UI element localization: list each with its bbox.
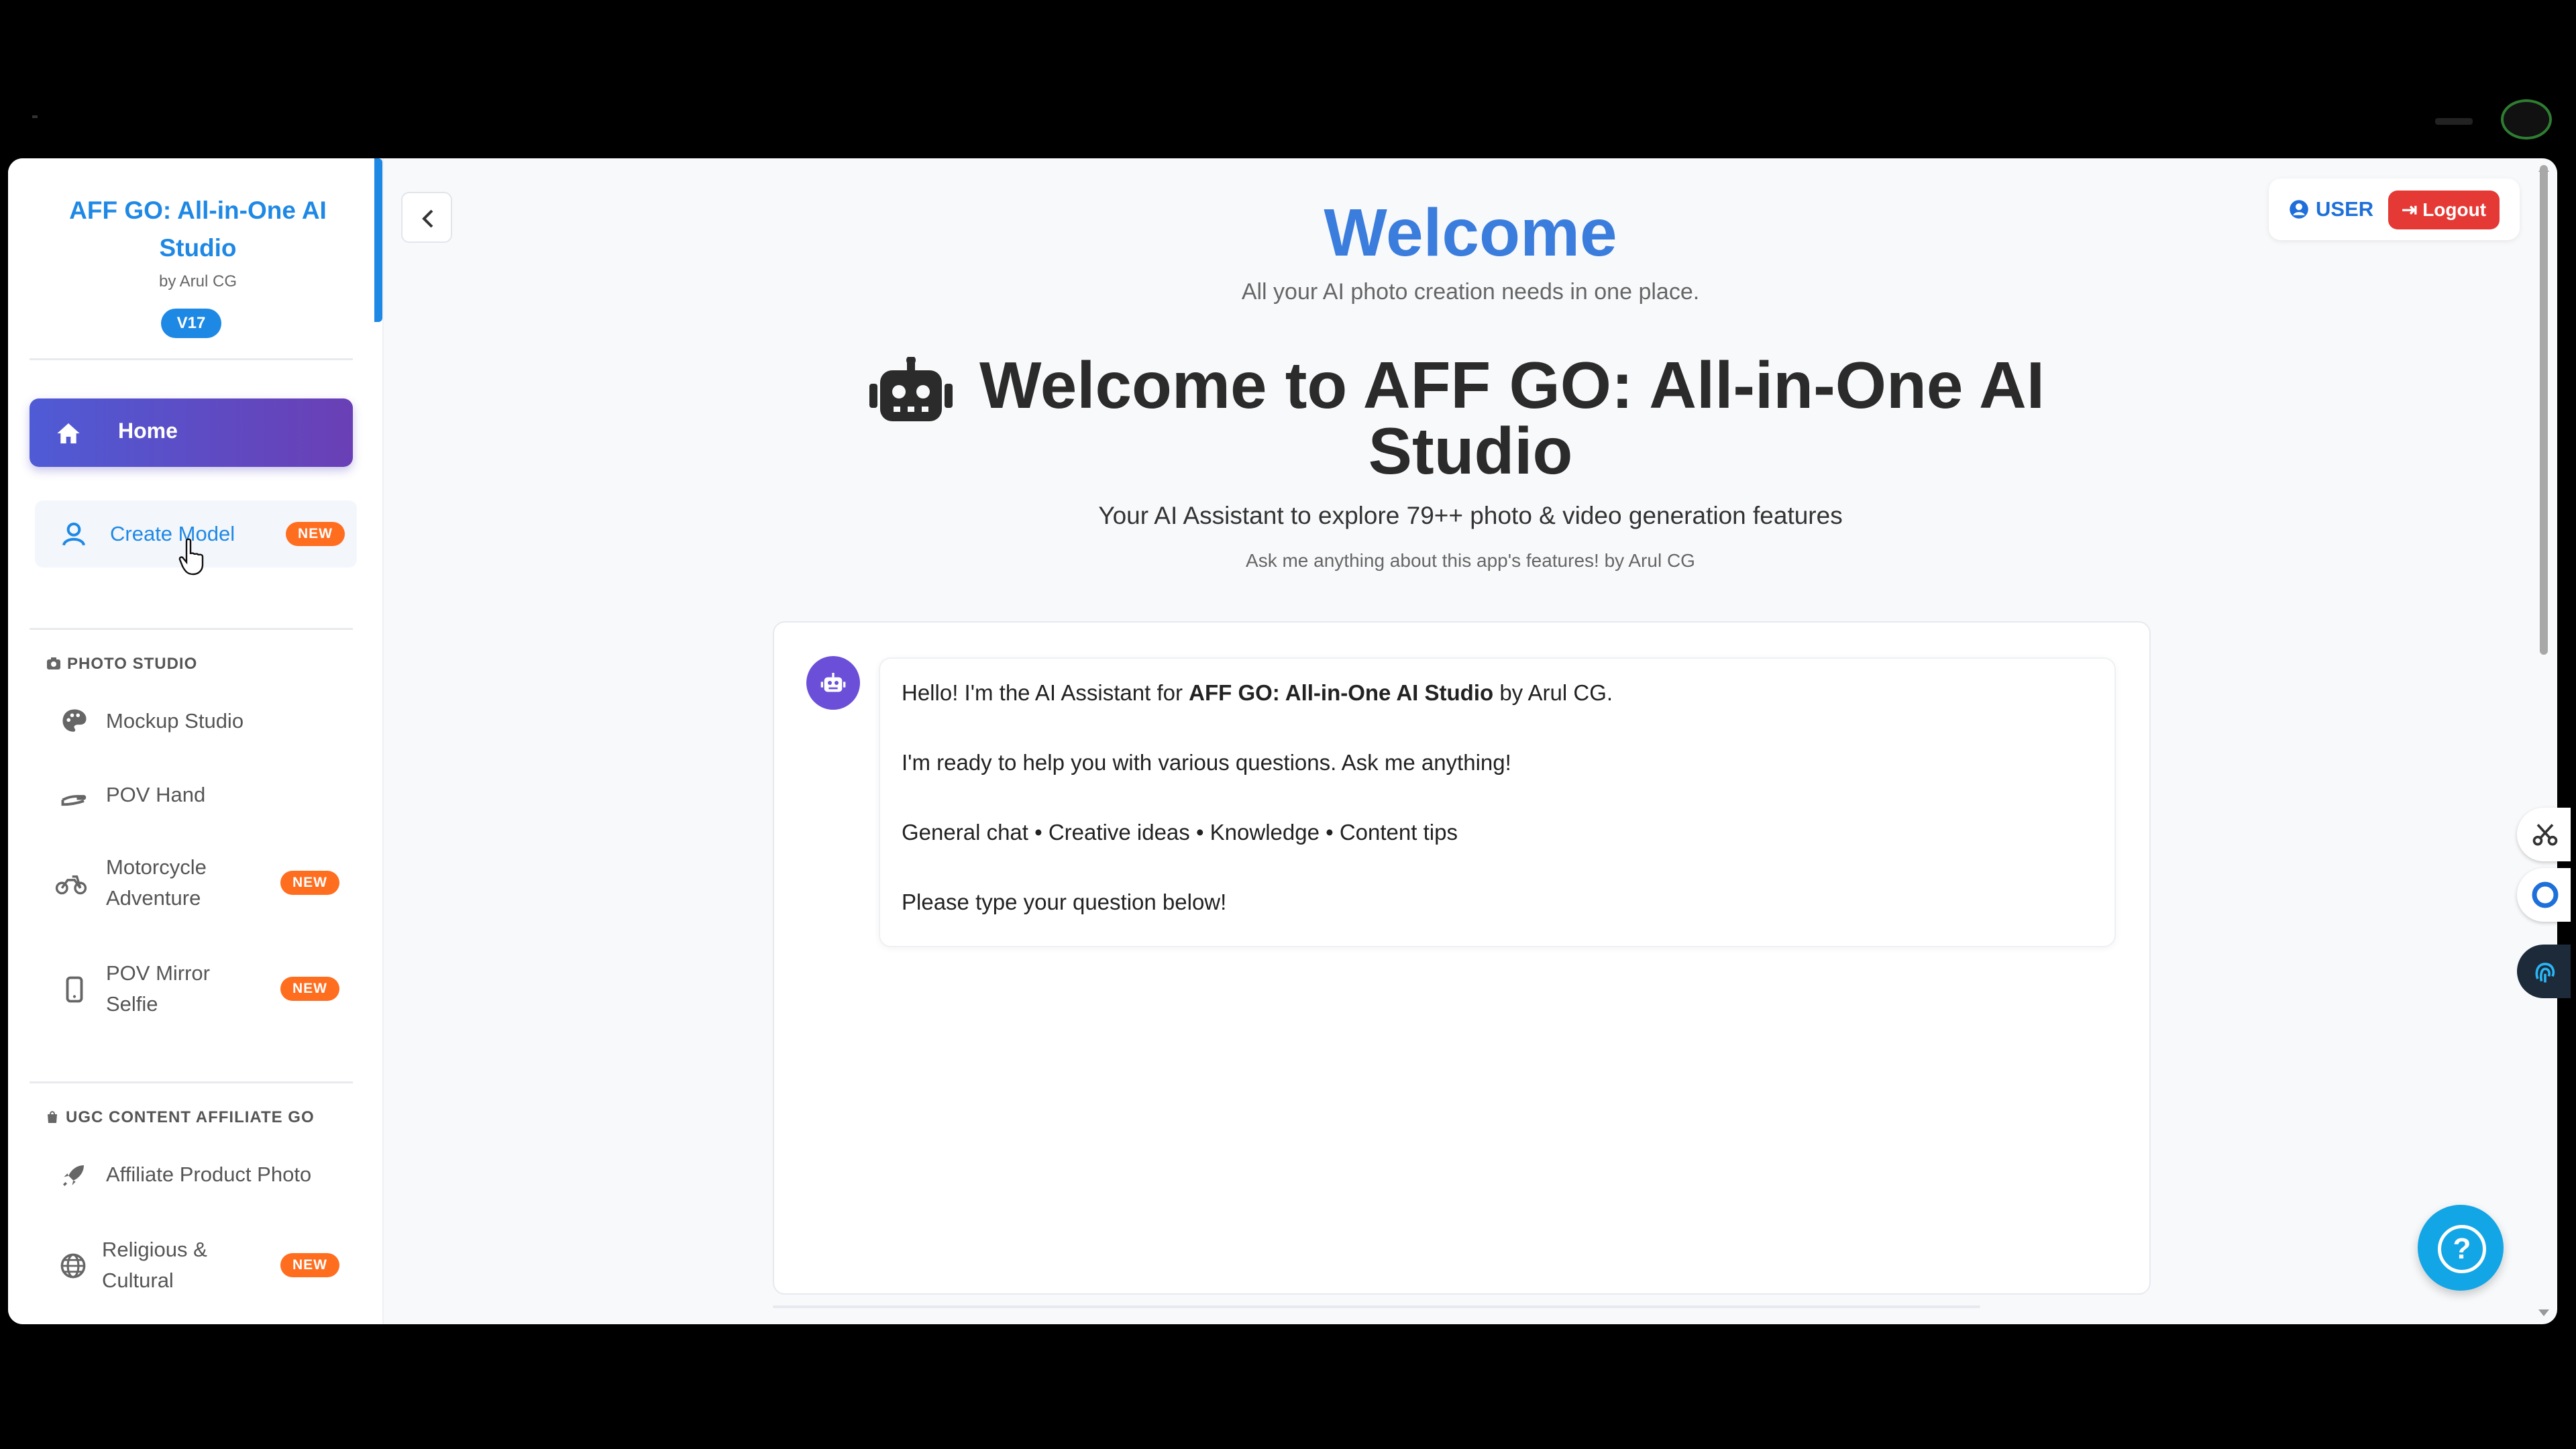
globe-icon[interactable] bbox=[2501, 99, 2552, 140]
section-title-ugc-content: UGC CONTENT AFFILIATE GO bbox=[44, 1108, 315, 1127]
sidebar-item-mockup-studio[interactable]: Mockup Studio bbox=[35, 695, 357, 749]
section-title-label: PHOTO STUDIO bbox=[67, 655, 198, 673]
chat-panel: Hello! I'm the AI Assistant for AFF GO: … bbox=[773, 621, 2151, 1295]
top-left-marker bbox=[32, 115, 38, 118]
assistant-avatar bbox=[806, 656, 860, 710]
scissors-tool-button[interactable] bbox=[2517, 808, 2571, 861]
greeting-app-name: AFF GO: All-in-One AI Studio bbox=[1189, 680, 1494, 705]
message-greeting: Hello! I'm the AI Assistant for AFF GO: … bbox=[902, 680, 1613, 706]
new-badge: NEW bbox=[280, 977, 339, 1001]
phone-icon bbox=[66, 976, 83, 1003]
top-bar-button[interactable] bbox=[2435, 118, 2473, 125]
sidebar-divider bbox=[30, 1081, 353, 1083]
sidebar-item-label: Create Model bbox=[110, 522, 235, 545]
sidebar-item-pov-hand[interactable]: POV Hand bbox=[35, 769, 357, 822]
palette-icon bbox=[62, 709, 87, 732]
home-icon bbox=[57, 423, 80, 443]
sidebar-item-label: Mockup Studio bbox=[106, 709, 244, 733]
sidebar-item-affiliate-product-photo[interactable]: Affiliate Product Photo bbox=[35, 1148, 357, 1202]
scrollbar-thumb[interactable] bbox=[2540, 165, 2548, 655]
greeting-suffix: by Arul CG. bbox=[1493, 680, 1613, 705]
mouse-cursor-icon bbox=[178, 538, 204, 576]
hero-heading: Welcome to AFF GO: All-in-One AI bbox=[979, 348, 2045, 422]
robot-icon bbox=[820, 673, 846, 692]
hand-icon bbox=[61, 795, 87, 806]
hero-heading-line-2: Studio bbox=[1368, 414, 1573, 488]
sidebar-item-label: Home bbox=[118, 419, 178, 443]
page-scrollbar[interactable] bbox=[2537, 165, 2551, 1318]
user-model-icon bbox=[62, 523, 85, 546]
screen-top-bar bbox=[0, 0, 2576, 122]
camera-icon bbox=[47, 657, 60, 669]
bag-icon bbox=[48, 1111, 57, 1123]
new-badge: NEW bbox=[286, 522, 345, 546]
brand-title: AFF GO: All-in-One AI Studio bbox=[69, 197, 327, 262]
new-badge: NEW bbox=[280, 1253, 339, 1277]
sidebar-item-label: POV Hand bbox=[106, 783, 206, 806]
version-badge: V17 bbox=[161, 309, 221, 338]
globe-icon bbox=[60, 1253, 86, 1279]
main-content: USER ⇥ Logout Welcome All your AI photo … bbox=[384, 158, 2557, 1324]
sidebar-accent-bar bbox=[374, 158, 382, 322]
sidebar-item-religious-cultural[interactable]: Religious & Cultural NEW bbox=[35, 1225, 357, 1305]
help-button[interactable]: ? bbox=[2418, 1205, 2504, 1291]
scissors-icon bbox=[2532, 824, 2558, 846]
sidebar-item-home[interactable]: Home bbox=[30, 398, 353, 467]
new-badge: NEW bbox=[280, 871, 339, 895]
chat-input-field[interactable] bbox=[773, 1305, 1980, 1308]
sidebar-item-label: POV Mirror Selfie bbox=[106, 961, 210, 1016]
greeting-prefix: Hello! I'm the AI Assistant for bbox=[902, 680, 1189, 705]
sidebar-item-label: Motorcycle Adventure bbox=[106, 855, 207, 910]
fingerprint-tool-button[interactable] bbox=[2517, 945, 2571, 998]
brand-author: by Arul CG bbox=[158, 272, 237, 290]
question-icon: ? bbox=[2438, 1225, 2486, 1273]
app-window: AFF GO: All-in-One AI Studio by Arul CG … bbox=[8, 158, 2557, 1324]
sidebar-divider bbox=[30, 628, 353, 630]
page-subtitle: All your AI photo creation needs in one … bbox=[1241, 279, 1700, 305]
section-title-photo-studio: PHOTO STUDIO bbox=[46, 655, 197, 674]
message-line: I'm ready to help you with various quest… bbox=[902, 750, 1511, 775]
rocket-icon bbox=[63, 1165, 84, 1186]
assistant-message: Hello! I'm the AI Assistant for AFF GO: … bbox=[879, 657, 2116, 947]
hero-description: Your AI Assistant to explore 79++ photo … bbox=[1098, 502, 1843, 529]
motorcycle-icon bbox=[55, 875, 87, 895]
hero-note: Ask me anything about this app's feature… bbox=[1246, 550, 1695, 571]
sidebar-item-pov-mirror-selfie[interactable]: POV Mirror Selfie NEW bbox=[35, 949, 357, 1029]
search-icon bbox=[2532, 881, 2559, 908]
message-line: Please type your question below! bbox=[902, 890, 1227, 914]
sidebar-item-label: Affiliate Product Photo bbox=[106, 1163, 312, 1186]
message-topics: General chat • Creative ideas • Knowledg… bbox=[902, 820, 1458, 845]
sidebar-item-label: Religious & Cultural bbox=[102, 1238, 207, 1292]
fingerprint-icon bbox=[2535, 963, 2555, 983]
sidebar-divider bbox=[30, 358, 353, 360]
scroll-down-arrow[interactable] bbox=[2538, 1309, 2549, 1316]
page-title: Welcome bbox=[1324, 195, 1617, 270]
sidebar: AFF GO: All-in-One AI Studio by Arul CG … bbox=[8, 158, 384, 1324]
section-title-label: UGC CONTENT AFFILIATE GO bbox=[66, 1108, 315, 1126]
sidebar-item-motorcycle-adventure[interactable]: Motorcycle Adventure NEW bbox=[35, 843, 357, 923]
search-tool-button[interactable] bbox=[2517, 868, 2571, 922]
